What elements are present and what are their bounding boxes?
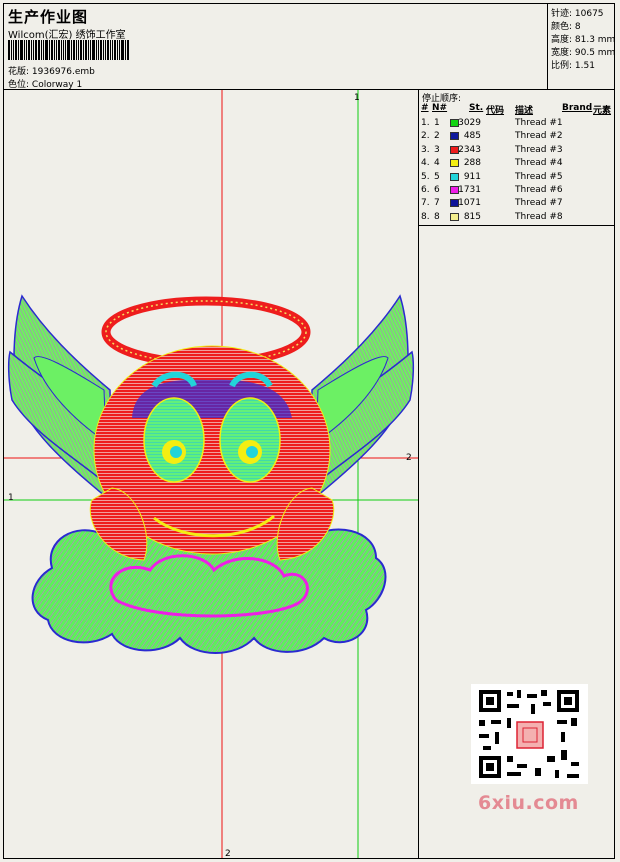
row-number: 7. (421, 198, 430, 209)
color-swatch (450, 159, 459, 168)
row-stitch-count: 911 (463, 171, 481, 182)
row-description: Thread #5 (515, 171, 563, 182)
stop-sequence-panel: 停止顺序: # N# St. 代码 描述 Brand 元素 1. 1 3029 Thr… (418, 90, 614, 858)
row-needle: 7 (434, 198, 440, 209)
thread-row[interactable]: 2. 2 485 Thread #2 (419, 130, 614, 143)
thread-row[interactable]: 8. 8 815 Thread #8 (419, 211, 614, 224)
row-number: 5. (421, 171, 430, 182)
row-stitch-count: 288 (463, 158, 481, 169)
color-swatch (450, 212, 459, 221)
row-description: Thread #7 (515, 198, 563, 209)
design-canvas[interactable]: 1 2 1 2 6xiu.com (4, 90, 588, 859)
thread-row[interactable]: 1. 1 3029 Thread #1 (419, 117, 614, 130)
color-swatch (450, 132, 459, 141)
col-header-stitches: St. (469, 103, 484, 113)
production-worksheet: 生产作业图 Wilcom(汇宏) 绣饰工作室 花版: 1936976.emb 色… (3, 3, 615, 859)
row-needle: 6 (434, 185, 440, 195)
row-number: 3. (421, 144, 430, 155)
row-number: 1. (421, 118, 430, 128)
row-needle: 1 (434, 118, 440, 128)
color-swatch (450, 172, 459, 181)
col-header-element: 元素 (593, 106, 612, 116)
thread-row[interactable]: 7. 7 1071 Thread #7 (419, 197, 614, 210)
row-number: 6. (421, 185, 430, 195)
row-stitch-count: 485 (463, 131, 481, 142)
barcode (8, 40, 143, 60)
header-panel: 生产作业图 Wilcom(汇宏) 绣饰工作室 花版: 1936976.emb 色… (4, 4, 547, 90)
guide-label-bottom: 2 (225, 849, 231, 858)
row-description: Thread #4 (515, 158, 563, 169)
row-description: Thread #6 (515, 185, 563, 195)
design-stats-panel: 针迹: 10675 颜色: 8 高度: 81.3 mm 宽度: 90.5 mm … (547, 4, 616, 89)
row-needle: 8 (434, 211, 440, 222)
row-stitch-count: 3029 (458, 118, 481, 128)
row-needle: 2 (434, 131, 440, 142)
row-needle: 3 (434, 144, 440, 155)
color-count: 颜色: 8 (551, 22, 581, 32)
guide-label-top: 1 (354, 93, 360, 103)
row-description: Thread #2 (515, 131, 563, 142)
stitch-count: 针迹: 10675 (551, 9, 604, 19)
design-height: 高度: 81.3 mm (551, 35, 616, 45)
col-header-brand: Brand (562, 103, 593, 113)
row-description: Thread #8 (515, 211, 563, 222)
col-header-num: # (421, 103, 429, 113)
row-description: Thread #1 (515, 118, 563, 128)
design-file-name: 1936976.emb (31, 67, 95, 77)
row-number: 2. (421, 131, 430, 142)
thread-row[interactable]: 6. 6 1731 Thread #6 (419, 184, 614, 197)
row-stitch-count: 815 (463, 211, 481, 222)
studio-subtitle: Wilcom(汇宏) 绣饰工作室 (8, 30, 126, 41)
row-needle: 4 (434, 158, 440, 169)
col-header-n: N# (432, 103, 448, 113)
guide-label-right: 2 (406, 453, 412, 463)
design-width: 宽度: 90.5 mm (551, 48, 616, 58)
smiley-face (89, 345, 335, 561)
table-divider (419, 225, 614, 226)
col-header-code: 代码 (486, 106, 505, 116)
design-file-line: 花版: 1936976.emb (8, 64, 95, 77)
thread-row[interactable]: 4. 4 288 Thread #4 (419, 157, 614, 170)
page-title: 生产作业图 (8, 8, 89, 26)
row-description: Thread #3 (515, 144, 563, 155)
guide-label-left: 1 (8, 493, 14, 503)
thread-row[interactable]: 5. 5 911 Thread #5 (419, 171, 614, 184)
design-scale: 比例: 1.51 (551, 61, 595, 71)
row-stitch-count: 2343 (458, 144, 481, 155)
thread-row[interactable]: 3. 3 2343 Thread #3 (419, 144, 614, 157)
row-stitch-count: 1071 (458, 198, 481, 209)
embroidery-design-image: 1 2 1 2 (4, 90, 418, 859)
row-number: 4. (421, 158, 430, 169)
row-stitch-count: 1731 (458, 185, 481, 195)
row-number: 8. (421, 211, 430, 222)
row-needle: 5 (434, 171, 440, 182)
design-label: 花版: (8, 67, 30, 77)
col-header-desc: 描述 (515, 106, 534, 116)
